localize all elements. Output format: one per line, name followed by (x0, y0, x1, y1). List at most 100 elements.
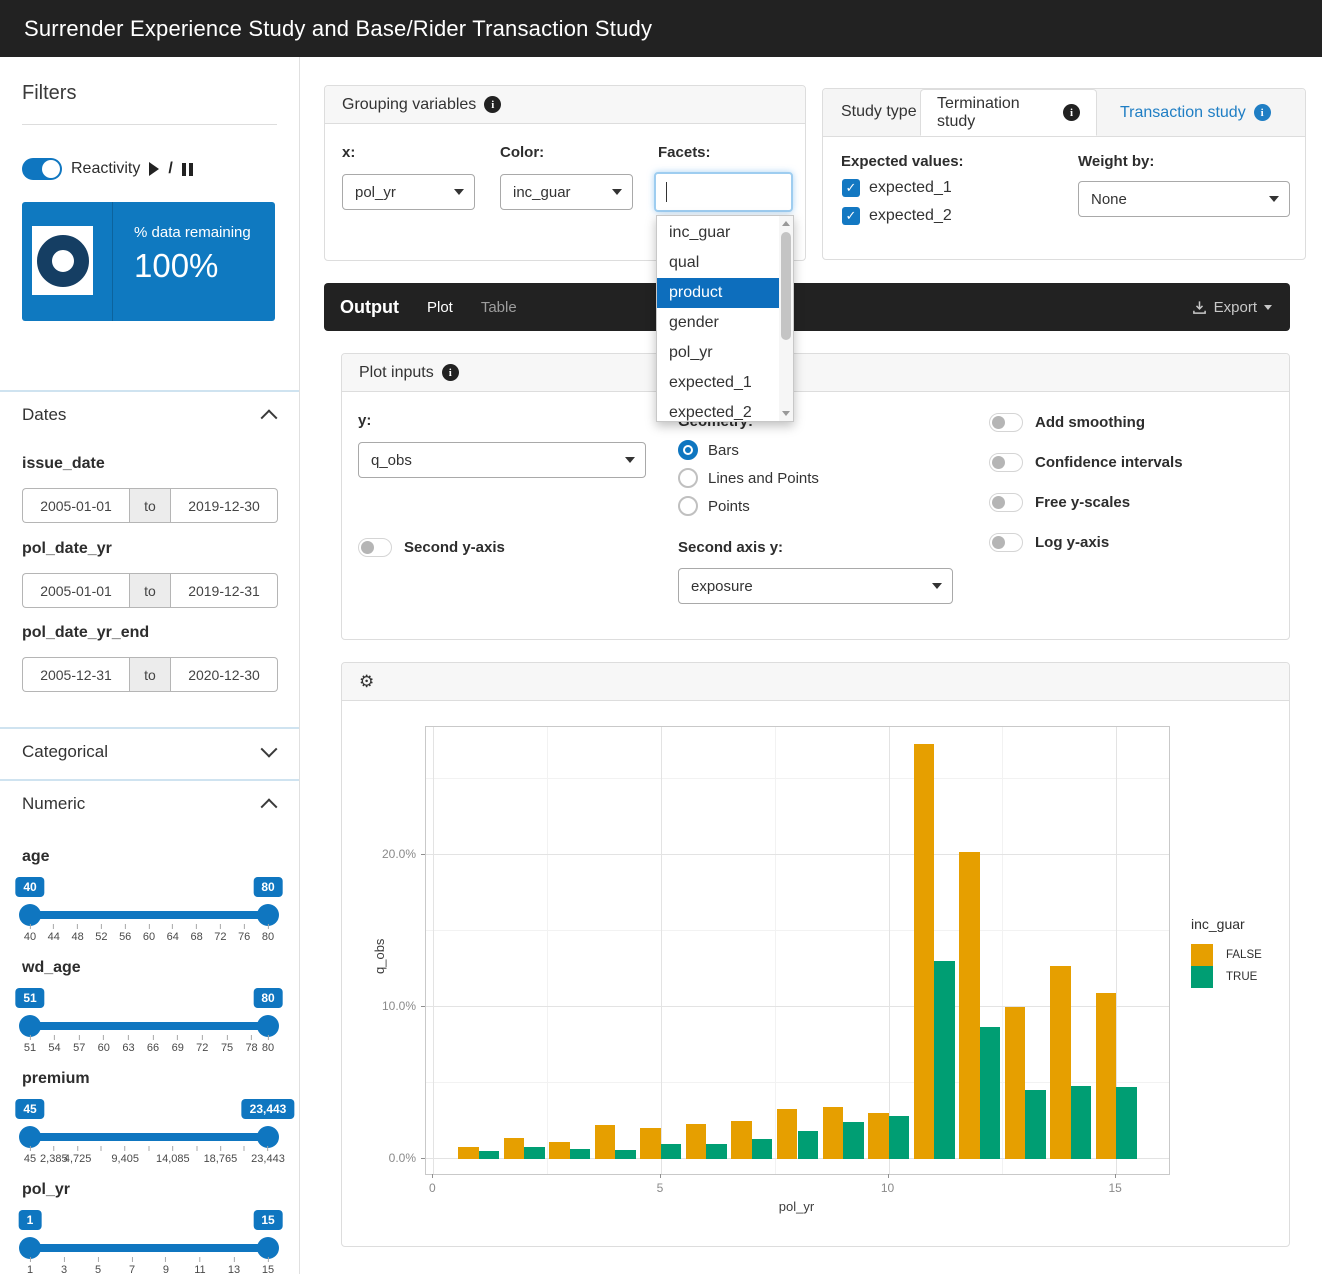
categorical-section-header[interactable]: Categorical (0, 727, 299, 762)
slider-handle-min[interactable] (19, 904, 41, 926)
add-smoothing-toggle[interactable] (989, 413, 1023, 432)
info-icon[interactable]: i (484, 96, 501, 113)
slider-tick: 60 (98, 1035, 110, 1054)
date-to-input[interactable]: 2019-12-30 (171, 488, 278, 523)
reactivity-toggle[interactable] (22, 158, 62, 180)
info-icon[interactable]: i (442, 364, 459, 381)
slider-tick: 40 (24, 924, 36, 943)
confidence-intervals-toggle[interactable] (989, 453, 1023, 472)
slider-handle-min[interactable] (19, 1237, 41, 1259)
facets-option-product[interactable]: product (657, 278, 779, 308)
premium-slider[interactable]: 45 23,443 452,3854,7259,40514,08518,7652… (22, 1070, 278, 1170)
geometry-lines-points-label[interactable]: Lines and Points (708, 470, 819, 487)
expected-1-label[interactable]: expected_1 (869, 179, 952, 197)
facets-option-pol_yr[interactable]: pol_yr (657, 338, 779, 368)
log-y-axis-toggle[interactable] (989, 533, 1023, 552)
slider-track[interactable] (30, 1133, 268, 1141)
export-button[interactable]: Export (1192, 299, 1272, 316)
facets-option-inc_guar[interactable]: inc_guar (657, 218, 779, 248)
chart-legend: inc_guar FALSE TRUE (1191, 916, 1262, 988)
scrollbar-thumb[interactable] (781, 232, 791, 340)
tab-plot[interactable]: Plot (427, 299, 453, 316)
facets-option-expected_1[interactable]: expected_1 (657, 368, 779, 398)
slider-tick: 76 (238, 924, 250, 943)
legend-item-false: FALSE (1191, 944, 1262, 966)
weight-by-label: Weight by: (1078, 153, 1154, 170)
date-to-input[interactable]: 2019-12-31 (171, 573, 278, 608)
categorical-heading: Categorical (22, 742, 108, 762)
dates-section-header[interactable]: Dates (0, 390, 299, 425)
radio-selected-icon[interactable] (678, 440, 698, 460)
chevron-up-icon[interactable] (261, 798, 278, 815)
slider-track[interactable] (30, 1022, 268, 1030)
chevron-down-icon[interactable] (261, 741, 278, 758)
slider-track[interactable] (30, 1244, 268, 1252)
geometry-bars-option[interactable]: Bars (678, 440, 739, 460)
info-icon[interactable]: i (1063, 104, 1080, 121)
facets-option-gender[interactable]: gender (657, 308, 779, 338)
numeric-section-header[interactable]: Numeric (0, 779, 299, 814)
geometry-lines-points-option[interactable]: Lines and Points (678, 468, 819, 488)
output-bar: Output Plot Table Export (324, 283, 1290, 331)
date-from-input[interactable]: 2005-12-31 (22, 657, 129, 692)
free-y-scales-label[interactable]: Free y-scales (1035, 494, 1130, 511)
date-range-separator: to (129, 573, 171, 608)
toggle-knob (992, 416, 1005, 429)
tab-transaction-study[interactable]: Transaction study i (1104, 89, 1287, 136)
radio-icon[interactable] (678, 496, 698, 516)
y-tick-mark (421, 1158, 425, 1159)
scroll-up-icon[interactable] (782, 221, 790, 226)
tab-termination-study[interactable]: Termination study i (920, 89, 1097, 136)
second-axis-y-select[interactable]: exposure (678, 568, 953, 604)
slider-handle-max[interactable] (257, 904, 279, 926)
expected-2-checkbox[interactable] (842, 207, 860, 225)
second-y-axis-toggle[interactable] (358, 538, 392, 557)
radio-icon[interactable] (678, 468, 698, 488)
color-select[interactable]: inc_guar (500, 174, 633, 210)
second-y-axis-label[interactable]: Second y-axis (404, 539, 505, 556)
y-tick-mark (421, 854, 425, 855)
gear-icon[interactable]: ⚙ (359, 672, 374, 692)
chevron-up-icon[interactable] (261, 409, 278, 426)
slider-handle-max[interactable] (257, 1237, 279, 1259)
toggle-knob (992, 456, 1005, 469)
dropdown-scrollbar[interactable] (779, 216, 793, 421)
date-to-input[interactable]: 2020-12-30 (171, 657, 278, 692)
slider-handle-max[interactable] (257, 1015, 279, 1037)
y-select[interactable]: q_obs (358, 442, 646, 478)
tab-table[interactable]: Table (481, 299, 517, 316)
slider-handle-max[interactable] (257, 1126, 279, 1148)
add-smoothing-label[interactable]: Add smoothing (1035, 414, 1145, 431)
scroll-down-icon[interactable] (782, 411, 790, 416)
date-range-separator: to (129, 657, 171, 692)
free-y-scales-toggle[interactable] (989, 493, 1023, 512)
x-select[interactable]: pol_yr (342, 174, 475, 210)
slider-track[interactable] (30, 911, 268, 919)
geometry-bars-label[interactable]: Bars (708, 442, 739, 459)
facets-option-qual[interactable]: qual (657, 248, 779, 278)
info-icon[interactable]: i (1254, 104, 1271, 121)
pol-yr-filter: pol_yr 1 15 13579111315 (22, 1181, 278, 1274)
date-from-input[interactable]: 2005-01-01 (22, 488, 129, 523)
slider-tick: 7 (129, 1257, 135, 1274)
date-from-input[interactable]: 2005-01-01 (22, 573, 129, 608)
facets-option-expected_2[interactable]: expected_2 (657, 398, 779, 422)
weight-by-select[interactable]: None (1078, 181, 1290, 217)
reactivity-control: Reactivity / (22, 158, 193, 180)
slider-handle-min[interactable] (19, 1015, 41, 1037)
slider-tick: 57 (73, 1035, 85, 1054)
sidebar: Filters Reactivity / % data remaining 10… (0, 57, 300, 1274)
pol-date-yr-end-range: 2005-12-31 to 2020-12-30 (22, 657, 278, 692)
confidence-intervals-label[interactable]: Confidence intervals (1035, 454, 1183, 471)
log-y-axis-label[interactable]: Log y-axis (1035, 534, 1109, 551)
slider-handle-min[interactable] (19, 1126, 41, 1148)
geometry-points-option[interactable]: Points (678, 496, 750, 516)
geometry-points-label[interactable]: Points (708, 498, 750, 515)
wd-age-slider[interactable]: 51 80 5154576063666972757880 (22, 959, 278, 1059)
pol-yr-slider[interactable]: 1 15 13579111315 (22, 1181, 278, 1274)
expected-2-label[interactable]: expected_2 (869, 207, 952, 225)
bar-false-yr9 (823, 1107, 843, 1159)
expected-1-checkbox[interactable] (842, 179, 860, 197)
age-slider[interactable]: 40 80 4044485256606468727680 (22, 848, 278, 948)
facets-input[interactable] (654, 172, 793, 212)
